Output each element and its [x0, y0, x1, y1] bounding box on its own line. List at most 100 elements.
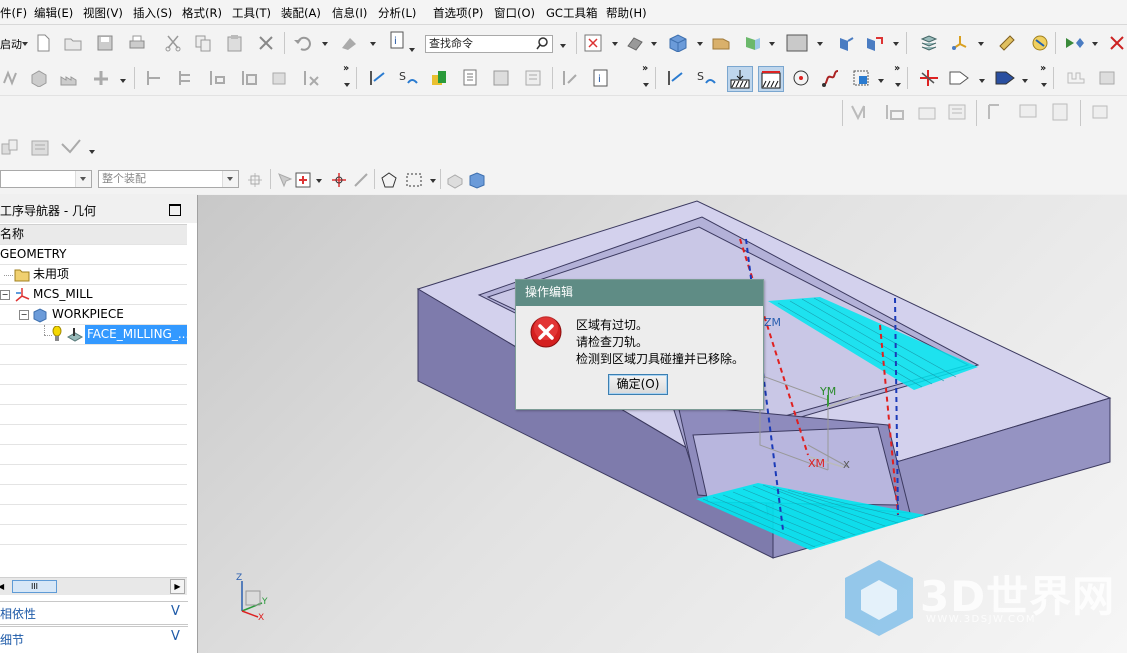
verify-toolpath-icon[interactable] [430, 69, 448, 87]
tree-row-face-milling[interactable]: FACE_MILLING_... [0, 325, 189, 345]
menu-insert[interactable]: 插入(S) [133, 5, 172, 21]
generate-toolpath-icon[interactable] [368, 69, 386, 87]
create-geometry-icon[interactable] [240, 69, 258, 87]
toolpath-icon[interactable] [2, 69, 20, 87]
graphics-viewport[interactable]: ZM YM XM X Z Y X 3D世界网 WWW.3DSJW.COM [198, 195, 1127, 653]
tree-row-geometry[interactable]: GEOMETRY [0, 245, 187, 265]
scroll-thumb[interactable]: III [12, 580, 57, 593]
menu-window[interactable]: 窗口(O) [494, 5, 535, 21]
path-display-icon[interactable] [994, 69, 1015, 87]
analysis-icon[interactable] [1030, 34, 1048, 52]
maximize-icon[interactable] [169, 204, 181, 216]
csys-icon[interactable] [950, 34, 968, 52]
tree-row-unused[interactable]: 未用项 [0, 265, 187, 285]
menu-help[interactable]: 帮助(H) [606, 5, 647, 21]
tool-path-arrow-icon[interactable] [948, 69, 969, 87]
select-region-icon[interactable] [852, 69, 870, 87]
select-body-icon[interactable] [294, 171, 312, 189]
fixture-icon[interactable] [1066, 69, 1085, 87]
menu-view[interactable]: 视图(V) [83, 5, 123, 21]
feature-icon-7[interactable] [1050, 102, 1068, 121]
show-blank-toggle[interactable] [727, 66, 753, 92]
start-button[interactable]: 启动 [0, 36, 22, 52]
orient-view-cube-icon[interactable] [668, 34, 687, 53]
feature-icon-8[interactable] [1090, 102, 1108, 120]
type-filter-select[interactable] [0, 170, 92, 188]
select-features-icon[interactable] [276, 171, 294, 189]
search-icon[interactable] [536, 36, 548, 55]
menu-format[interactable]: 格式(R) [182, 5, 222, 21]
factory-icon[interactable] [60, 69, 78, 87]
replay-icon[interactable]: S [696, 69, 716, 87]
select-polygon-icon[interactable] [380, 171, 398, 189]
collapse-toggle[interactable]: − [19, 310, 29, 320]
menu-tools[interactable]: 工具(T) [232, 5, 271, 21]
simulate-icon[interactable] [1064, 34, 1084, 52]
create-tool-icon[interactable] [208, 69, 226, 87]
view-solid-icon[interactable] [446, 171, 464, 189]
section-details[interactable]: 细节 V [0, 626, 188, 649]
search-command-input[interactable]: 查找命令 [425, 35, 553, 53]
cut-icon[interactable] [164, 34, 182, 52]
tree-row-workpiece[interactable]: − WORKPIECE [0, 305, 187, 325]
feature-icon-6[interactable] [1018, 102, 1037, 120]
feature-icon-4[interactable] [946, 102, 966, 120]
postprocess-icon[interactable] [462, 69, 480, 87]
dialog-title-bar[interactable]: 操作编辑 [516, 280, 763, 306]
create-op-icon[interactable] [145, 69, 163, 87]
menu-assembly[interactable]: 装配(A) [281, 5, 321, 21]
horizontal-scrollbar[interactable]: ◀ III ▶ [0, 577, 187, 595]
curve-icon[interactable] [822, 69, 840, 87]
machine-icon[interactable] [92, 69, 110, 87]
scroll-left-arrow[interactable]: ◀ [0, 582, 4, 591]
shop-doc-icon[interactable] [492, 69, 510, 87]
feature-icon-2[interactable] [884, 102, 904, 120]
menu-preferences[interactable]: 首选项(P) [433, 5, 483, 21]
background-icon[interactable] [786, 34, 808, 52]
measure-icon[interactable] [998, 34, 1016, 52]
snap-end-icon[interactable] [352, 171, 370, 189]
assembly-scope-select[interactable]: 整个装配 [98, 170, 239, 188]
section-view-icon[interactable] [744, 34, 762, 52]
part-icon[interactable] [30, 69, 48, 88]
close-part-icon[interactable] [1108, 34, 1126, 52]
wcs-orient-icon[interactable] [837, 34, 855, 52]
menu-info[interactable]: 信息(I) [332, 5, 367, 21]
menu-file[interactable]: 件(F) [0, 5, 27, 21]
view-triad[interactable]: Z Y X [234, 573, 274, 623]
select-rectangle-icon[interactable] [405, 171, 423, 189]
wcs-dynamic-icon[interactable] [864, 34, 883, 52]
render-style-icon[interactable] [626, 34, 644, 52]
info-icon[interactable]: i [592, 69, 610, 87]
fit-view-icon[interactable] [584, 34, 602, 52]
delete-icon[interactable] [257, 34, 275, 52]
delete-op-icon[interactable] [302, 69, 320, 87]
command-finder-icon[interactable]: i [390, 31, 408, 49]
layer-icon[interactable] [712, 34, 730, 52]
copy-icon[interactable] [194, 34, 212, 52]
show-part-toggle[interactable] [758, 66, 784, 92]
snap-filter-icon[interactable] [246, 171, 264, 189]
paste-icon[interactable] [226, 34, 244, 52]
edit-object-icon[interactable] [561, 69, 579, 87]
point-icon[interactable] [792, 69, 810, 87]
open-folder-icon[interactable] [64, 34, 82, 52]
assembly-icon[interactable] [0, 138, 18, 156]
feature-icon-1[interactable] [850, 102, 868, 121]
wire-edm-icon[interactable] [918, 69, 938, 87]
new-file-icon[interactable] [34, 34, 52, 52]
stack-icon[interactable] [920, 34, 938, 52]
undo-icon[interactable] [293, 34, 311, 52]
collapse-toggle[interactable]: − [0, 290, 10, 300]
view-shaded-icon[interactable] [468, 171, 486, 189]
generate-icon[interactable] [666, 69, 684, 87]
menu-analysis[interactable]: 分析(L) [378, 5, 416, 21]
print-icon[interactable] [128, 34, 146, 52]
section-dependency[interactable]: 相依性 V [0, 601, 188, 625]
save-icon[interactable] [96, 34, 114, 52]
create-program-icon[interactable] [177, 69, 195, 87]
chevron-down-icon[interactable]: V [171, 629, 180, 644]
menu-gc-toolbox[interactable]: GC工具箱 [546, 5, 597, 21]
feature-icon-3[interactable] [916, 102, 936, 120]
tree-row-mcs-mill[interactable]: − MCS_MILL [0, 285, 187, 305]
